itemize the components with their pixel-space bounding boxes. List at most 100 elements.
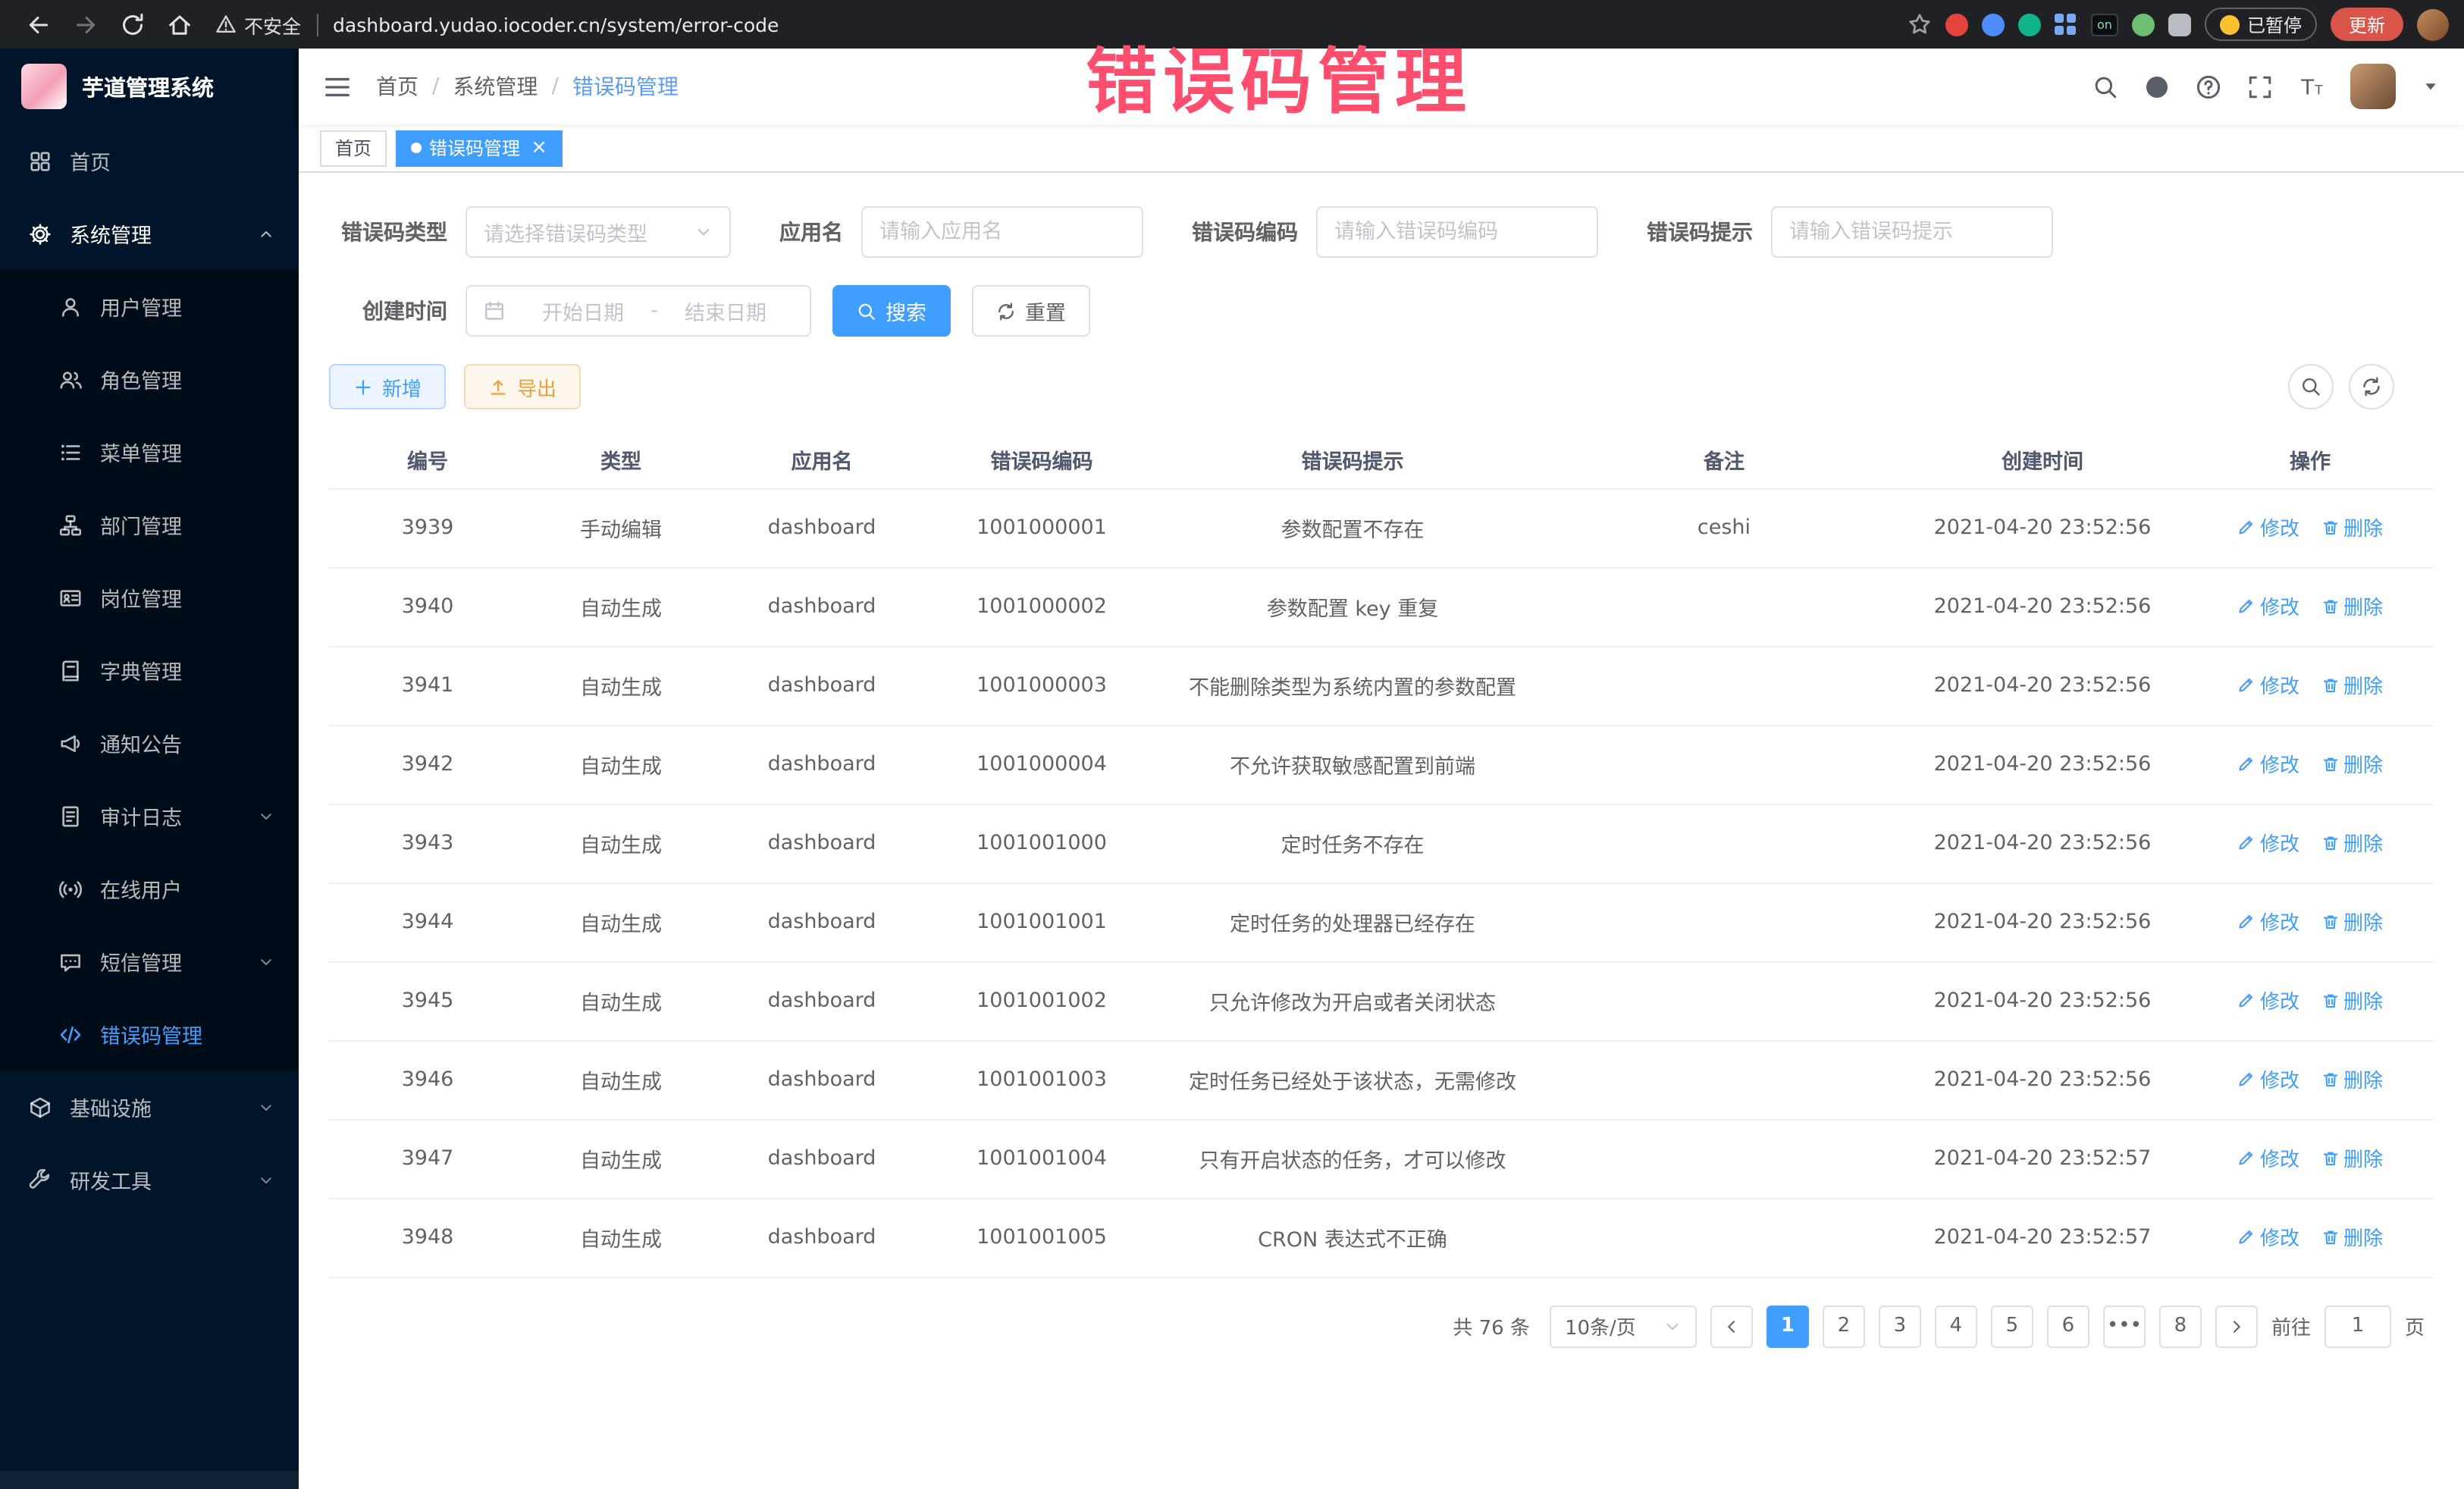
delete-link[interactable]: 删除 [2321,829,2383,857]
search-button[interactable]: 搜索 [832,285,951,337]
toggle-search-button[interactable] [2288,364,2334,409]
sidebar-item-role-management[interactable]: 角色管理 [0,343,299,415]
caret-down-icon[interactable] [2422,77,2440,96]
megaphone-icon [59,732,82,754]
error-code-table: 编号 类型 应用名 错误码编码 错误码提示 备注 创建时间 操作 [329,431,2434,1277]
edit-link[interactable]: 修改 [2237,829,2299,857]
users-icon [59,368,82,390]
sidebar-item-user-management[interactable]: 用户管理 [0,270,299,343]
edit-link[interactable]: 修改 [2237,1223,2299,1252]
browser-profile-avatar[interactable] [2417,8,2449,40]
error-code-field [1316,206,1598,258]
browser-update-button[interactable]: 更新 [2331,8,2403,41]
edit-link[interactable]: 修改 [2237,750,2299,779]
table-row: 3945自动生成dashboard1001001002只允许修改为开启或者关闭状… [329,961,2434,1040]
extension-icon-green[interactable] [2018,13,2041,36]
extension-icon-red[interactable] [1945,13,1968,36]
sidebar-item-error-code-management[interactable]: 错误码管理 [0,998,299,1071]
page-button-1[interactable]: 1 [1766,1305,1809,1347]
sidebar-collapse-bar[interactable] [0,1471,299,1489]
delete-link[interactable]: 删除 [2321,1144,2383,1173]
breadcrumb-system-management[interactable]: 系统管理 [453,71,538,102]
next-page-button[interactable] [2215,1305,2258,1347]
search-icon[interactable] [2093,74,2118,99]
app-logo-row[interactable]: 芋道管理系统 [0,49,299,124]
security-label[interactable]: 不安全 [244,10,301,39]
delete-link[interactable]: 删除 [2321,750,2383,779]
extension-icon-blue[interactable] [1982,13,2005,36]
goto-page-input[interactable] [2324,1305,2391,1347]
delete-link[interactable]: 删除 [2321,1223,2383,1252]
error-code-input[interactable] [1334,220,1580,244]
sidebar-item-online-users[interactable]: 在线用户 [0,852,299,925]
url-text[interactable]: dashboard.yudao.iocoder.cn/system/error-… [333,13,779,36]
fullscreen-icon[interactable] [2247,74,2273,99]
page-button-5[interactable]: 5 [1991,1305,2033,1347]
edit-link[interactable]: 修改 [2237,671,2299,700]
github-icon[interactable] [2144,74,2170,99]
delete-link[interactable]: 删除 [2321,671,2383,700]
edit-link[interactable]: 修改 [2237,513,2299,542]
edit-link[interactable]: 修改 [2237,1065,2299,1094]
sidebar-item-post-management[interactable]: 岗位管理 [0,561,299,634]
delete-link[interactable]: 删除 [2321,1065,2383,1094]
help-icon[interactable] [2196,74,2221,99]
extension-icon-grid[interactable] [2055,13,2077,36]
extension-icon-leaf[interactable] [2132,13,2155,36]
hamburger-icon[interactable] [323,72,352,101]
error-hint-input[interactable] [1789,220,2035,244]
prev-page-button[interactable] [1710,1305,1753,1347]
page-button-ellipsis[interactable]: ••• [2103,1305,2146,1347]
bookmark-star-icon[interactable] [1908,12,1932,36]
page-button-4[interactable]: 4 [1935,1305,1977,1347]
goto-prefix: 前往 [2271,1312,2311,1340]
delete-link[interactable]: 删除 [2321,513,2383,542]
page-button-8[interactable]: 8 [2159,1305,2202,1347]
filter-row-1: 错误码类型 请选择错误码类型 应用名 错误码编码 [329,206,2434,258]
paused-badge[interactable]: 已暂停 [2205,8,2317,41]
add-button[interactable]: 新增 [329,364,446,409]
sidebar-item-notice[interactable]: 通知公告 [0,707,299,779]
delete-link[interactable]: 删除 [2321,592,2383,621]
sidebar-item-dept-management[interactable]: 部门管理 [0,488,299,561]
page-button-3[interactable]: 3 [1879,1305,1921,1347]
delete-icon [2321,676,2339,694]
search-icon [2300,376,2321,397]
browser-forward-icon[interactable] [73,11,99,37]
breadcrumb-home[interactable]: 首页 [376,71,419,102]
sidebar-item-sms-management[interactable]: 短信管理 [0,925,299,998]
app-name-input[interactable] [879,220,1125,244]
sidebar-item-home[interactable]: 首页 [0,124,299,197]
create-time-range-picker[interactable]: 开始日期 - 结束日期 [466,285,811,337]
user-avatar[interactable] [2350,64,2396,109]
sidebar-item-menu-management[interactable]: 菜单管理 [0,415,299,488]
page-button-2[interactable]: 2 [1823,1305,1865,1347]
edit-link[interactable]: 修改 [2237,986,2299,1015]
browser-reload-icon[interactable] [120,11,146,37]
tab-close-icon[interactable]: × [531,138,547,158]
page-button-6[interactable]: 6 [2047,1305,2089,1347]
error-code-type-select[interactable]: 请选择错误码类型 [466,206,731,258]
sidebar-item-infrastructure[interactable]: 基础设施 [0,1071,299,1143]
edit-link[interactable]: 修改 [2237,592,2299,621]
tab-home[interactable]: 首页 [320,130,387,166]
delete-link[interactable]: 删除 [2321,986,2383,1015]
sidebar-item-dict-management[interactable]: 字典管理 [0,634,299,707]
reset-button[interactable]: 重置 [972,285,1090,337]
extension-icon-puzzle[interactable] [2168,13,2191,36]
address-bar[interactable]: 不安全 dashboard.yudao.iocoder.cn/system/er… [215,0,1908,49]
browser-back-icon[interactable] [26,11,52,37]
sidebar-item-system-management[interactable]: 系统管理 [0,197,299,270]
browser-home-icon[interactable] [167,11,193,37]
extension-icon-on[interactable]: on [2091,13,2118,36]
font-size-icon[interactable]: TT [2299,74,2324,99]
sidebar-item-audit-log[interactable]: 审计日志 [0,779,299,852]
delete-link[interactable]: 删除 [2321,908,2383,936]
refresh-table-button[interactable] [2349,364,2394,409]
tab-error-code-management[interactable]: 错误码管理 × [396,130,563,166]
export-button[interactable]: 导出 [464,364,581,409]
page-size-select[interactable]: 10条/页 [1550,1305,1697,1347]
edit-link[interactable]: 修改 [2237,908,2299,936]
edit-link[interactable]: 修改 [2237,1144,2299,1173]
sidebar-item-dev-tools[interactable]: 研发工具 [0,1143,299,1216]
